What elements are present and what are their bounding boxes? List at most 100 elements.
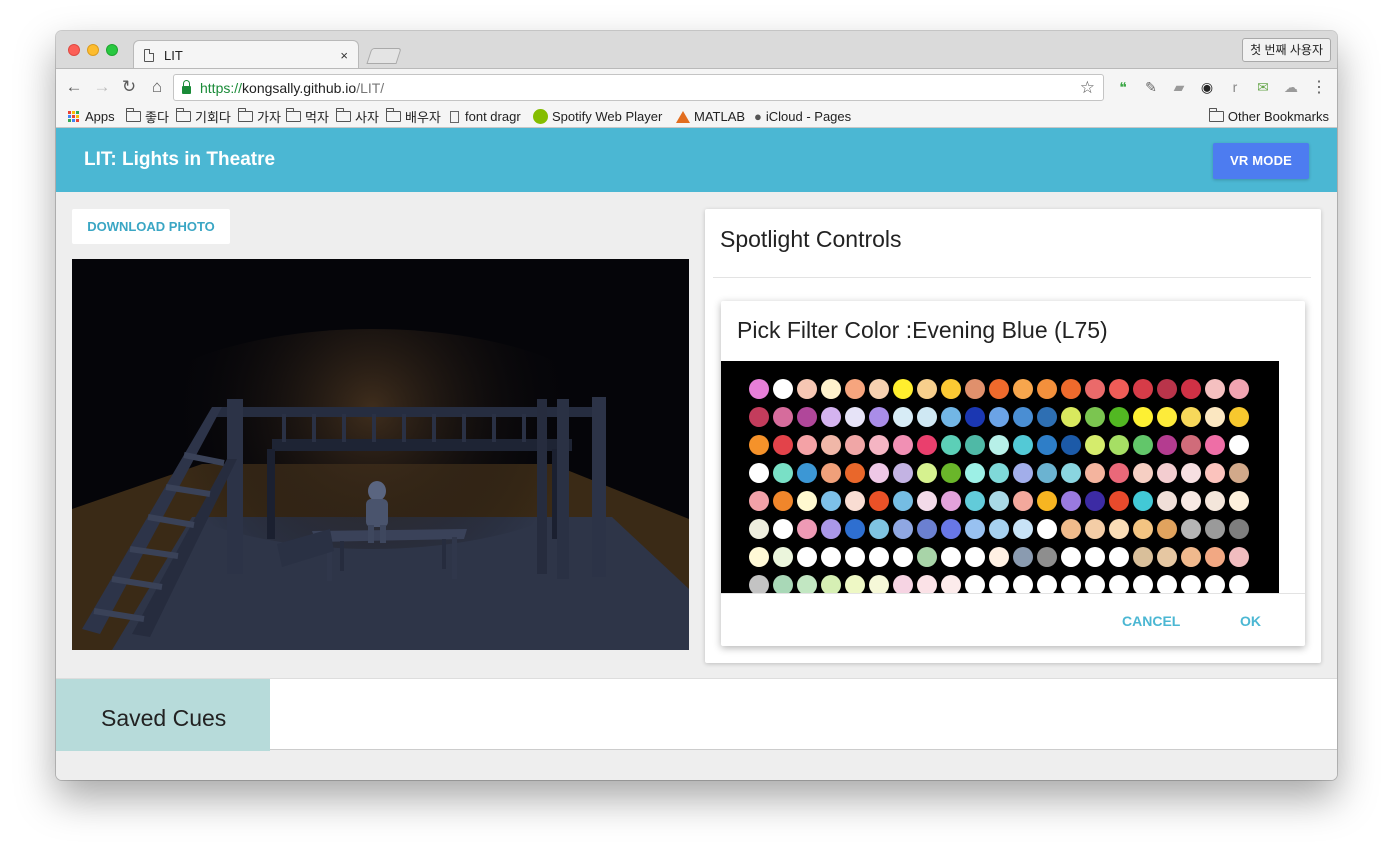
color-swatch[interactable] — [845, 463, 865, 483]
color-swatch[interactable] — [917, 519, 937, 539]
profile-button[interactable]: 첫 번째 사용자 — [1242, 38, 1331, 62]
color-swatch[interactable] — [1109, 435, 1129, 455]
forward-icon[interactable]: → — [92, 77, 112, 97]
other-bookmarks[interactable]: Other Bookmarks — [1208, 108, 1329, 125]
bookmark-item[interactable]: 좋다 — [126, 108, 169, 125]
color-swatch[interactable] — [1013, 407, 1033, 427]
color-swatch[interactable] — [1133, 491, 1153, 511]
bookmark-item[interactable]: font dragr — [450, 108, 521, 125]
color-swatch[interactable] — [1109, 575, 1129, 593]
bookmark-item[interactable]: Spotify Web Player — [533, 108, 662, 125]
hangouts-icon[interactable]: ❝ — [1114, 78, 1132, 96]
color-swatch[interactable] — [1229, 575, 1249, 593]
color-swatch[interactable] — [1229, 463, 1249, 483]
color-swatch[interactable] — [869, 491, 889, 511]
color-swatch[interactable] — [1157, 407, 1177, 427]
color-swatch[interactable] — [1109, 547, 1129, 567]
color-swatch[interactable] — [989, 519, 1009, 539]
color-swatch[interactable] — [797, 519, 817, 539]
color-swatch[interactable] — [1133, 547, 1153, 567]
color-swatch[interactable] — [1085, 379, 1105, 399]
color-swatch[interactable] — [1013, 463, 1033, 483]
color-swatch[interactable] — [893, 379, 913, 399]
new-tab-button[interactable] — [366, 48, 402, 64]
color-swatch[interactable] — [1181, 463, 1201, 483]
color-swatch[interactable] — [1133, 519, 1153, 539]
color-swatch[interactable] — [1037, 519, 1057, 539]
color-swatch[interactable] — [1133, 407, 1153, 427]
color-swatch[interactable] — [773, 379, 793, 399]
color-swatch[interactable] — [1157, 379, 1177, 399]
back-icon[interactable]: ← — [64, 77, 84, 97]
color-swatch[interactable] — [1133, 463, 1153, 483]
color-swatch[interactable] — [893, 519, 913, 539]
color-swatch[interactable] — [821, 519, 841, 539]
color-swatch[interactable] — [1013, 575, 1033, 593]
color-swatch[interactable] — [845, 407, 865, 427]
color-swatch[interactable] — [1013, 435, 1033, 455]
color-swatch[interactable] — [1061, 519, 1081, 539]
bookmark-item[interactable]: 기회다 — [176, 108, 231, 125]
color-swatch[interactable] — [1181, 407, 1201, 427]
color-swatch[interactable] — [773, 435, 793, 455]
color-swatch[interactable] — [1133, 575, 1153, 593]
color-swatch[interactable] — [797, 407, 817, 427]
color-swatch[interactable] — [917, 463, 937, 483]
color-swatch[interactable] — [821, 407, 841, 427]
color-swatch[interactable] — [1013, 519, 1033, 539]
color-swatch[interactable] — [845, 435, 865, 455]
color-swatch[interactable] — [1061, 463, 1081, 483]
color-swatch[interactable] — [797, 435, 817, 455]
color-swatch[interactable] — [893, 547, 913, 567]
vr-mode-button[interactable]: VR MODE — [1213, 143, 1309, 179]
color-swatch[interactable] — [917, 547, 937, 567]
color-swatch[interactable] — [749, 575, 769, 593]
color-swatch[interactable] — [1229, 491, 1249, 511]
color-swatch[interactable] — [797, 491, 817, 511]
color-swatch[interactable] — [1037, 547, 1057, 567]
color-swatch[interactable] — [1229, 547, 1249, 567]
color-swatch[interactable] — [965, 575, 985, 593]
color-swatch[interactable] — [917, 379, 937, 399]
panda-icon[interactable]: ◉ — [1198, 78, 1216, 96]
color-swatch[interactable] — [845, 547, 865, 567]
color-swatch[interactable] — [1181, 491, 1201, 511]
color-swatch[interactable] — [1181, 575, 1201, 593]
color-swatch[interactable] — [869, 547, 889, 567]
color-swatch[interactable] — [1037, 435, 1057, 455]
color-swatch[interactable] — [1205, 519, 1225, 539]
color-swatch[interactable] — [749, 463, 769, 483]
r-icon[interactable]: r — [1226, 78, 1244, 96]
bookmark-item[interactable]: Apps — [68, 108, 115, 125]
color-swatch[interactable] — [1157, 435, 1177, 455]
bookmark-item[interactable]: 사자 — [336, 108, 379, 125]
bookmark-star-icon[interactable]: ☆ — [1080, 78, 1095, 98]
color-swatch[interactable] — [1205, 575, 1225, 593]
ok-button[interactable]: OK — [1240, 613, 1261, 629]
color-swatch[interactable] — [869, 519, 889, 539]
color-swatch[interactable] — [989, 407, 1009, 427]
cloud-icon[interactable]: ☁ — [1282, 78, 1300, 96]
color-swatch[interactable] — [1085, 547, 1105, 567]
color-swatch[interactable] — [893, 575, 913, 593]
cancel-button[interactable]: CANCEL — [1122, 613, 1180, 629]
color-swatch[interactable] — [845, 519, 865, 539]
color-swatch[interactable] — [893, 491, 913, 511]
color-swatch[interactable] — [989, 491, 1009, 511]
color-swatch[interactable] — [1037, 575, 1057, 593]
color-swatch[interactable] — [1205, 491, 1225, 511]
color-swatch[interactable] — [917, 575, 937, 593]
color-swatch[interactable] — [773, 407, 793, 427]
color-swatch[interactable] — [869, 379, 889, 399]
color-swatch[interactable] — [749, 435, 769, 455]
color-swatch[interactable] — [1061, 379, 1081, 399]
color-swatch[interactable] — [749, 547, 769, 567]
color-swatch[interactable] — [1085, 519, 1105, 539]
close-tab-icon[interactable]: × — [340, 48, 348, 63]
color-swatch[interactable] — [821, 463, 841, 483]
color-swatch[interactable] — [1157, 575, 1177, 593]
color-swatch[interactable] — [797, 463, 817, 483]
color-swatch[interactable] — [1157, 463, 1177, 483]
close-window-button[interactable] — [68, 44, 80, 56]
color-swatch[interactable] — [1061, 575, 1081, 593]
